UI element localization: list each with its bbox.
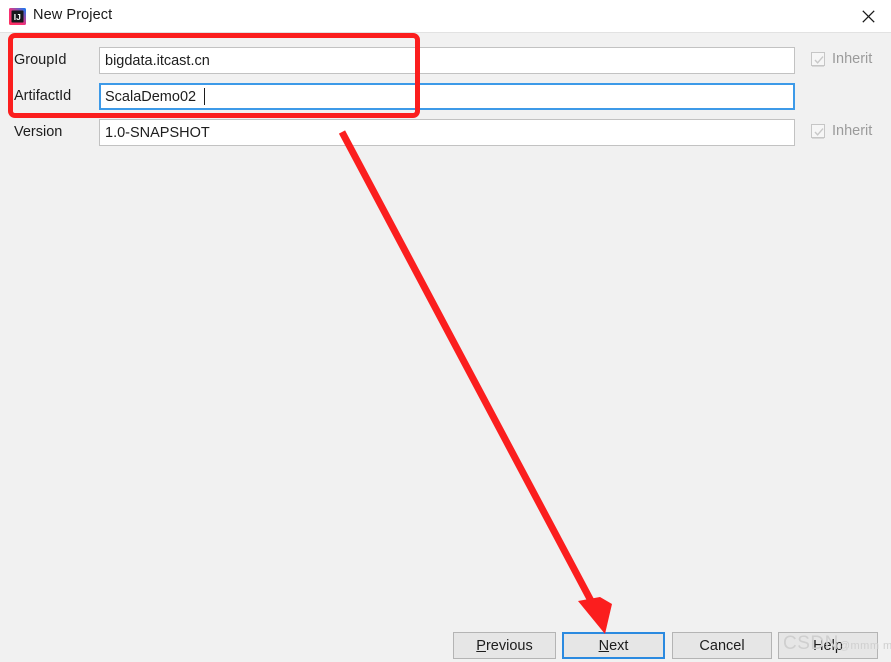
field-row-version: Version Inherit <box>0 119 891 149</box>
groupid-input[interactable] <box>99 47 795 74</box>
window-titlebar: IJ New Project <box>0 0 891 33</box>
cancel-button[interactable]: Cancel <box>672 632 772 659</box>
next-button[interactable]: Next <box>562 632 665 659</box>
previous-button[interactable]: Previous <box>453 632 556 659</box>
groupid-inherit-label: Inherit <box>832 51 873 67</box>
new-project-form-panel: GroupId Inherit ArtifactId Version <box>0 33 891 629</box>
groupid-inherit-checkbox[interactable]: Inherit <box>811 51 872 67</box>
previous-rest: revious <box>485 637 533 654</box>
field-row-artifactid: ArtifactId <box>0 83 891 113</box>
window-title: New Project <box>33 7 113 23</box>
checkbox-checked-disabled-icon <box>811 124 825 138</box>
version-input[interactable] <box>99 119 795 146</box>
artifactid-label: ArtifactId <box>14 88 72 104</box>
version-inherit-label: Inherit <box>832 123 873 139</box>
cancel-label: Cancel <box>699 637 745 654</box>
groupid-label: GroupId <box>14 52 67 68</box>
help-label: Help <box>813 637 843 654</box>
version-label: Version <box>14 124 63 140</box>
text-cursor <box>204 88 205 105</box>
version-inherit-checkbox[interactable]: Inherit <box>811 123 872 139</box>
help-button[interactable]: Help <box>778 632 878 659</box>
previous-mnemonic: P <box>476 637 486 654</box>
intellij-idea-icon: IJ <box>9 8 26 25</box>
svg-text:IJ: IJ <box>14 12 21 22</box>
dialog-button-bar: Previous Next Cancel Help <box>0 629 891 662</box>
close-icon[interactable] <box>845 0 891 33</box>
next-mnemonic: N <box>598 637 610 654</box>
next-rest: ext <box>609 637 629 654</box>
checkbox-checked-disabled-icon <box>811 52 825 66</box>
field-row-groupid: GroupId Inherit <box>0 47 891 77</box>
